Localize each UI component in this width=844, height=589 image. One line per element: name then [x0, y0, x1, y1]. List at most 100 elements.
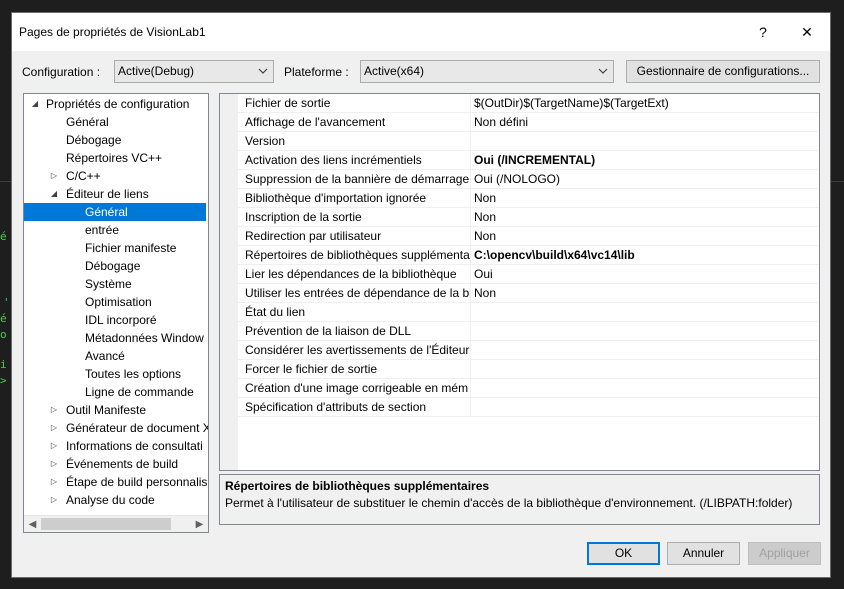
property-row[interactable]: Prévention de la liaison de DLL [238, 322, 819, 341]
tree-item[interactable]: Ligne de commande [85, 383, 194, 401]
property-value[interactable]: Non défini [474, 113, 528, 131]
property-row[interactable]: Création d'une image corrigeable en mém [238, 379, 819, 398]
tree-item[interactable]: Général [66, 113, 109, 131]
property-name: Lier les dépendances de la bibliothèque [245, 267, 457, 281]
property-value[interactable]: Non [474, 189, 496, 207]
property-row[interactable]: Fichier de sortie $(OutDir)$(TargetName)$… [238, 94, 819, 113]
help-button[interactable]: ? [741, 13, 785, 51]
tree-item[interactable]: Toutes les options [85, 365, 181, 383]
property-row[interactable]: Spécification d'attributs de section [238, 398, 819, 417]
property-value[interactable]: Oui (/INCREMENTAL) [474, 151, 595, 169]
column-separator [470, 246, 471, 265]
tree-item[interactable]: C/C++ [66, 167, 101, 185]
tree-item[interactable]: Général [24, 203, 206, 221]
collapsed-arrow-icon[interactable]: ▷ [49, 491, 59, 509]
configuration-label: Configuration : [22, 65, 101, 79]
property-row[interactable]: Activation des liens incrémentiels Oui (/… [238, 151, 819, 170]
tree-item[interactable]: Débogage [85, 257, 140, 275]
tree-item[interactable]: Avancé [85, 347, 125, 365]
tree-item[interactable]: Répertoires VC++ [66, 149, 162, 167]
column-separator [470, 341, 471, 360]
property-name: Utiliser les entrées de dépendance de la… [245, 286, 470, 300]
collapsed-arrow-icon[interactable]: ▷ [49, 401, 59, 419]
property-row[interactable]: Utiliser les entrées de dépendance de la… [238, 284, 819, 303]
ide-divider [831, 181, 844, 182]
column-separator [470, 360, 471, 379]
ide-divider [0, 181, 11, 182]
category-tree[interactable]: ◢ Propriétés de configuration Général Débog… [23, 93, 209, 533]
ide-code-fragment: é [0, 230, 7, 243]
column-separator [470, 132, 471, 151]
property-row[interactable]: Bibliothèque d'importation ignorée Non [238, 189, 819, 208]
tree-item[interactable]: Métadonnées Window [85, 329, 204, 347]
close-button[interactable]: ✕ [785, 13, 829, 51]
property-value[interactable]: Non [474, 208, 496, 226]
property-value[interactable]: Oui (/NOLOGO) [474, 170, 560, 188]
property-row[interactable]: Forcer le fichier de sortie [238, 360, 819, 379]
column-separator [470, 170, 471, 189]
collapsed-arrow-icon[interactable]: ▷ [49, 437, 59, 455]
collapsed-arrow-icon[interactable]: ▷ [49, 167, 59, 185]
tree-item[interactable]: Analyse du code [66, 491, 155, 509]
property-name: Fichier de sortie [245, 96, 331, 110]
configuration-value: Active(Debug) [118, 64, 195, 78]
property-value[interactable]: $(OutDir)$(TargetName)$(TargetExt) [474, 94, 669, 112]
column-separator [470, 265, 471, 284]
description-title: Répertoires de bibliothèques supplémenta… [225, 479, 490, 493]
ide-code-fragment: i [0, 358, 7, 371]
property-name: Affichage de l'avancement [245, 115, 386, 129]
property-row[interactable]: Lier les dépendances de la bibliothèque O… [238, 265, 819, 284]
property-name: Activation des liens incrémentiels [245, 153, 422, 167]
configuration-manager-button[interactable]: Gestionnaire de configurations... [626, 60, 820, 83]
property-name: Répertoires de bibliothèques supplémenta… [245, 248, 470, 262]
property-row[interactable]: Redirection par utilisateur Non [238, 227, 819, 246]
property-row[interactable]: État du lien [238, 303, 819, 322]
tree-item[interactable]: Informations de consultati [66, 437, 203, 455]
tree-item[interactable]: Étape de build personnalis [66, 473, 207, 491]
ok-button[interactable]: OK [587, 542, 660, 565]
property-name: Spécification d'attributs de section [245, 400, 427, 414]
property-row[interactable]: Inscription de la sortie Non [238, 208, 819, 227]
window-title: Pages de propriétés de VisionLab1 [19, 25, 206, 39]
tree-horizontal-scrollbar[interactable]: ◀ ▶ [24, 515, 208, 532]
tree-item[interactable]: IDL incorporé [85, 311, 157, 329]
ide-code-fragment: o [0, 328, 7, 341]
property-row[interactable]: Suppression de la bannière de démarrage O… [238, 170, 819, 189]
tree-item[interactable]: Événements de build [66, 455, 178, 473]
column-separator [470, 303, 471, 322]
collapsed-arrow-icon[interactable]: ▷ [49, 473, 59, 491]
property-row[interactable]: Affichage de l'avancement Non défini [238, 113, 819, 132]
scrollbar-thumb[interactable] [41, 518, 171, 530]
property-row[interactable]: Version [238, 132, 819, 151]
platform-combo[interactable]: Active(x64) [360, 60, 614, 83]
tree-item[interactable]: Outil Manifeste [66, 401, 146, 419]
property-value[interactable]: Oui [474, 265, 493, 283]
tree-item[interactable]: Débogage [66, 131, 121, 149]
property-value[interactable]: Non [474, 227, 496, 245]
cancel-button[interactable]: Annuler [667, 542, 740, 565]
property-name: Version [245, 134, 286, 148]
property-row[interactable]: Répertoires de bibliothèques supplémenta… [238, 246, 819, 265]
property-row[interactable]: Considérer les avertissements de l'Édite… [238, 341, 819, 360]
property-value[interactable]: C:\opencv\build\x64\vc14\lib [474, 246, 635, 264]
tree-item[interactable]: Fichier manifeste [85, 239, 176, 257]
collapsed-arrow-icon[interactable]: ▷ [49, 455, 59, 473]
tree-item[interactable]: Générateur de document X [66, 419, 208, 437]
tree-item[interactable]: Propriétés de configuration [46, 95, 189, 113]
apply-button[interactable]: Appliquer [748, 542, 821, 565]
expanded-arrow-icon[interactable]: ◢ [30, 95, 40, 113]
scroll-right-icon[interactable]: ▶ [191, 516, 208, 532]
expanded-arrow-icon[interactable]: ◢ [49, 185, 59, 203]
tree-item[interactable]: Système [85, 275, 132, 293]
tree-item[interactable]: Optimisation [85, 293, 152, 311]
column-separator [470, 227, 471, 246]
property-name: Suppression de la bannière de démarrage [245, 172, 470, 186]
collapsed-arrow-icon[interactable]: ▷ [49, 419, 59, 437]
configuration-combo[interactable]: Active(Debug) [114, 60, 274, 83]
column-separator [470, 284, 471, 303]
property-value[interactable]: Non [474, 284, 496, 302]
scroll-left-icon[interactable]: ◀ [24, 516, 41, 532]
tree-item[interactable]: Éditeur de liens [66, 185, 149, 203]
property-description-panel: Répertoires de bibliothèques supplémenta… [219, 474, 820, 525]
tree-item[interactable]: entrée [85, 221, 119, 239]
